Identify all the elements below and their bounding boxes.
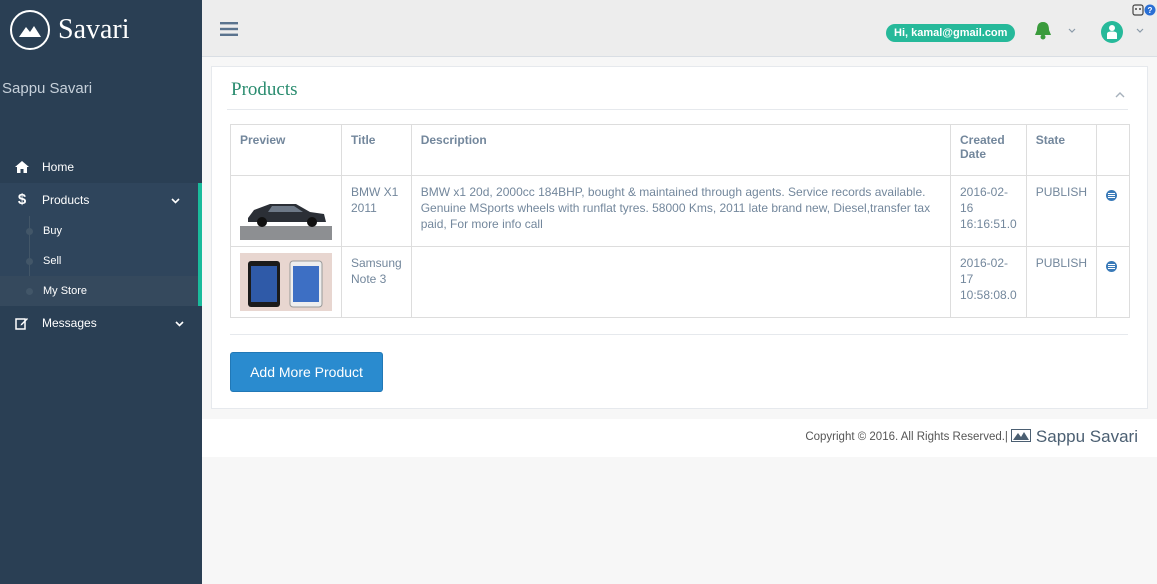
action-cell bbox=[1096, 175, 1130, 247]
column-header: Description bbox=[410, 124, 951, 176]
menu-icon[interactable] bbox=[1106, 190, 1118, 201]
panel-title: Products bbox=[231, 79, 298, 100]
sidebar-item-products[interactable]: $ Products bbox=[0, 183, 202, 216]
created-date: 2016-02-17 10:58:08.0 bbox=[949, 246, 1027, 318]
phone-thumbnail-image[interactable] bbox=[240, 253, 332, 311]
sidebar-subitem-label: My Store bbox=[43, 285, 88, 297]
mountain-logo-icon bbox=[1010, 429, 1031, 445]
footer-brand[interactable]: Sappu Savari bbox=[1036, 427, 1138, 447]
sidebar-subitem-my-store[interactable]: My Store bbox=[0, 276, 198, 306]
user-avatar-icon[interactable] bbox=[1101, 21, 1123, 43]
sidebar-item-label: Messages bbox=[42, 315, 97, 330]
chevron-up-icon[interactable] bbox=[1115, 85, 1125, 103]
preview-cell bbox=[230, 175, 342, 247]
product-description bbox=[410, 246, 951, 318]
brand-logo[interactable]: Savari bbox=[10, 10, 130, 50]
sidebar-subitem-label: Sell bbox=[43, 255, 62, 267]
top-nav: Hi, kamal@gmail.com ? bbox=[202, 0, 1157, 57]
chevron-down-icon[interactable] bbox=[1136, 25, 1144, 36]
product-state: PUBLISH bbox=[1025, 175, 1098, 247]
column-header: Created Date bbox=[949, 124, 1027, 176]
sidebar-subitem-buy[interactable]: Buy bbox=[0, 216, 198, 246]
product-description: BMW x1 20d, 2000cc 184BHP, bought & main… bbox=[410, 175, 951, 247]
table-row: BMW X1 2011 BMW x1 20d, 2000cc 184BHP, b… bbox=[230, 175, 1130, 247]
copyright-text: Copyright © 2016. All Rights Reserved.| bbox=[805, 431, 1008, 443]
sidebar-nav: Home $ Products Buy Sell My Store Messag… bbox=[0, 150, 202, 339]
footer-content: Copyright © 2016. All Rights Reserved.| … bbox=[805, 427, 1138, 447]
user-greeting-badge[interactable]: Hi, kamal@gmail.com bbox=[886, 24, 1016, 42]
action-cell bbox=[1096, 246, 1130, 318]
bullet-icon bbox=[26, 228, 33, 235]
mountain-logo-icon bbox=[10, 10, 50, 50]
preview-cell bbox=[230, 246, 342, 318]
column-header: Title bbox=[341, 124, 412, 176]
products-submenu: Buy Sell My Store bbox=[0, 216, 202, 306]
site-name: Sappu Savari bbox=[2, 80, 93, 97]
brand-name: Savari bbox=[58, 14, 130, 45]
menu-icon[interactable] bbox=[1106, 261, 1118, 272]
edit-icon bbox=[14, 315, 30, 331]
divider bbox=[227, 109, 1128, 110]
sidebar-subitem-label: Buy bbox=[43, 225, 62, 237]
created-date: 2016-02-16 16:16:51.0 bbox=[949, 175, 1027, 247]
chevron-down-icon bbox=[171, 193, 180, 207]
add-more-product-button[interactable]: Add More Product bbox=[230, 352, 383, 392]
divider bbox=[230, 334, 1128, 335]
hamburger-menu-icon[interactable] bbox=[220, 22, 238, 41]
column-header bbox=[1096, 124, 1130, 176]
footer: Copyright © 2016. All Rights Reserved.| … bbox=[202, 419, 1157, 457]
corner-icons: ? bbox=[1132, 3, 1156, 21]
chevron-down-icon bbox=[175, 316, 184, 330]
car-thumbnail-image[interactable] bbox=[240, 182, 332, 240]
sidebar-subitem-sell[interactable]: Sell bbox=[0, 246, 198, 276]
product-title: Samsung Note 3 bbox=[341, 246, 412, 318]
dollar-icon: $ bbox=[17, 191, 27, 208]
table-row: Samsung Note 3 2016-02-17 10:58:08.0 PUB… bbox=[230, 246, 1130, 318]
products-table: Preview Title Description Created Date S… bbox=[230, 124, 1130, 318]
bell-icon[interactable] bbox=[1032, 21, 1054, 46]
bullet-icon bbox=[26, 288, 33, 295]
svg-text:?: ? bbox=[1148, 6, 1153, 15]
home-icon bbox=[14, 159, 30, 175]
sidebar-item-home[interactable]: Home bbox=[0, 150, 202, 183]
bullet-icon bbox=[26, 258, 33, 265]
sidebar-item-label: Home bbox=[42, 159, 75, 174]
product-title: BMW X1 2011 bbox=[341, 175, 412, 247]
product-state: PUBLISH bbox=[1025, 246, 1098, 318]
column-header: State bbox=[1025, 124, 1098, 176]
column-header: Preview bbox=[230, 124, 342, 176]
chevron-down-icon[interactable] bbox=[1068, 25, 1076, 36]
sidebar-item-label: Products bbox=[42, 192, 90, 207]
help-icon[interactable]: ? bbox=[1144, 3, 1156, 21]
accessibility-icon[interactable] bbox=[1132, 3, 1144, 21]
table-header-row: Preview Title Description Created Date S… bbox=[230, 124, 1130, 176]
sidebar-item-messages[interactable]: Messages bbox=[0, 306, 202, 339]
sidebar: Savari Sappu Savari Home $ Products Buy … bbox=[0, 0, 202, 584]
products-panel: Products Preview Title Description Creat… bbox=[211, 66, 1148, 409]
